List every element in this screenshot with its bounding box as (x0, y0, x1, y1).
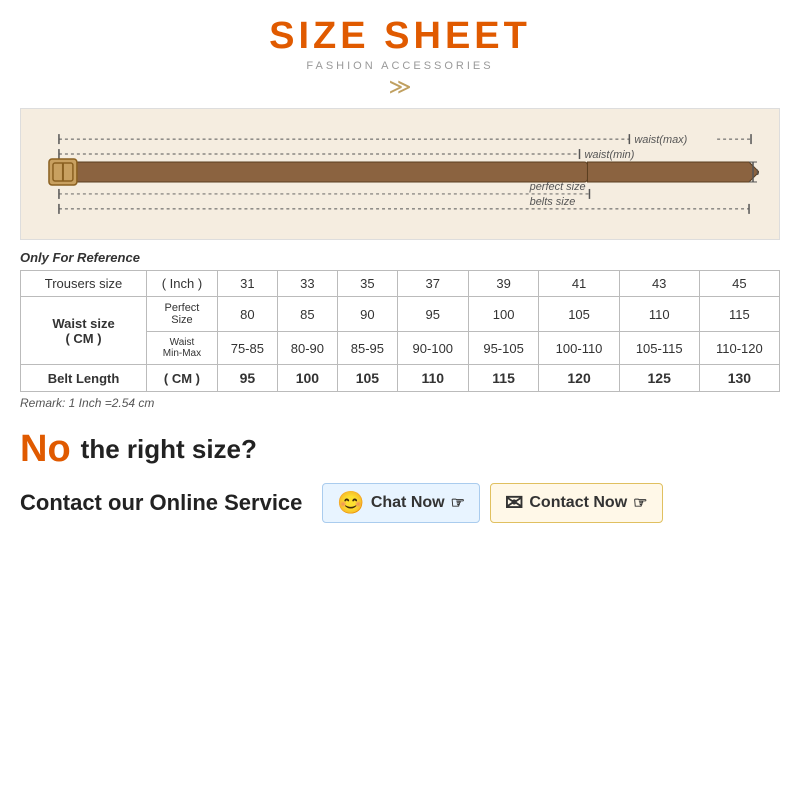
svg-text:waist(max): waist(max) (634, 134, 687, 146)
col-41: 41 (539, 271, 619, 297)
page: SIZE SHEET FASHION ACCESSORIES ≫ waist(m… (0, 0, 800, 800)
col-31: 31 (217, 271, 277, 297)
col2-header: ( Inch ) (147, 271, 218, 297)
wm-90100: 90-100 (397, 332, 468, 365)
perfect-label: PerfectSize (147, 297, 218, 332)
no-text: No (20, 428, 71, 471)
right-size-text: the right size? (81, 434, 257, 465)
waist-minmax-label: WaistMin-Max (147, 332, 218, 365)
wm-105115: 105-115 (619, 332, 699, 365)
ps-110: 110 (619, 297, 699, 332)
perfect-size-row: Waist size( CM ) PerfectSize 80 85 90 95… (21, 297, 780, 332)
ps-115: 115 (699, 297, 779, 332)
remark: Remark: 1 Inch =2.54 cm (20, 396, 780, 410)
belt-svg: waist(max) waist(min) (41, 119, 759, 224)
hand-icon-contact: ☞ (633, 493, 647, 513)
table-header-row: Trousers size ( Inch ) 31 33 35 37 39 41… (21, 271, 780, 297)
svg-text:waist(min): waist(min) (584, 149, 634, 161)
bl-110: 110 (397, 365, 468, 392)
contact-btn-label: Contact Now (529, 494, 627, 512)
ps-85: 85 (277, 297, 337, 332)
chat-icon: 😊 (337, 490, 364, 516)
mail-icon: ✉ (505, 490, 523, 516)
belt-diagram: waist(max) waist(min) (20, 108, 780, 240)
wm-100110: 100-110 (539, 332, 619, 365)
col-37: 37 (397, 271, 468, 297)
ps-90: 90 (337, 297, 397, 332)
chat-now-button[interactable]: 😊 Chat Now ☞ (322, 483, 480, 523)
page-title: SIZE SHEET (269, 15, 531, 58)
belt-length-row: Belt Length ( CM ) 95 100 105 110 115 12… (21, 365, 780, 392)
size-table: Trousers size ( Inch ) 31 33 35 37 39 41… (20, 270, 780, 392)
bl-120: 120 (539, 365, 619, 392)
page-subtitle: FASHION ACCESSORIES (306, 60, 493, 72)
bl-115: 115 (468, 365, 539, 392)
bl-100: 100 (277, 365, 337, 392)
waist-label: Waist size( CM ) (21, 297, 147, 365)
wm-7585: 75-85 (217, 332, 277, 365)
hand-icon-chat: ☞ (451, 493, 465, 513)
col-33: 33 (277, 271, 337, 297)
svg-text:width: width (756, 166, 759, 178)
chat-btn-label: Chat Now (371, 494, 445, 512)
belt-length-unit: ( CM ) (147, 365, 218, 392)
contact-label: Contact our Online Service (20, 490, 302, 516)
contact-row: Contact our Online Service 😊 Chat Now ☞ … (20, 483, 780, 523)
ps-105: 105 (539, 297, 619, 332)
bl-125: 125 (619, 365, 699, 392)
chevron-icon: ≫ (388, 74, 411, 100)
col-35: 35 (337, 271, 397, 297)
wm-8090: 80-90 (277, 332, 337, 365)
bl-95: 95 (217, 365, 277, 392)
col-45: 45 (699, 271, 779, 297)
reference-label: Only For Reference (20, 250, 780, 265)
col-39: 39 (468, 271, 539, 297)
ps-95: 95 (397, 297, 468, 332)
ps-100: 100 (468, 297, 539, 332)
col-43: 43 (619, 271, 699, 297)
svg-text:perfect size: perfect size (529, 181, 586, 193)
bl-105: 105 (337, 365, 397, 392)
contact-now-button[interactable]: ✉ Contact Now ☞ (490, 483, 663, 523)
svg-text:belts size: belts size (530, 196, 576, 208)
wm-95105: 95-105 (468, 332, 539, 365)
no-right-size-section: No the right size? (20, 428, 780, 471)
belt-length-label: Belt Length (21, 365, 147, 392)
wm-110120: 110-120 (699, 332, 779, 365)
wm-8595: 85-95 (337, 332, 397, 365)
ps-80: 80 (217, 297, 277, 332)
col1-header: Trousers size (21, 271, 147, 297)
bl-130: 130 (699, 365, 779, 392)
